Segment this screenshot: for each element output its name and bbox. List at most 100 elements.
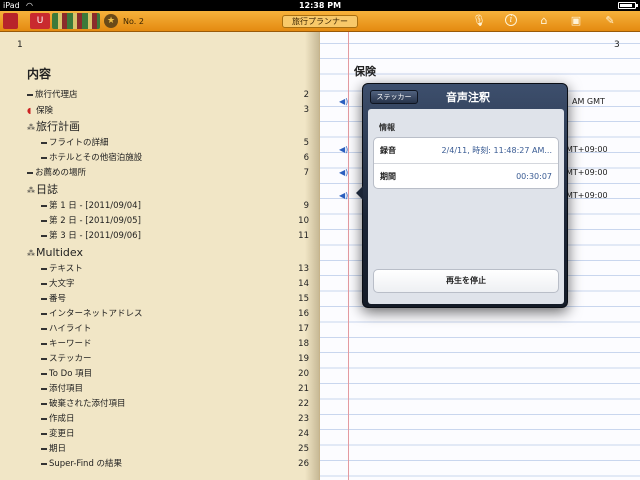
toc-item[interactable]: 変更日 24 (27, 427, 309, 442)
notebook-icon[interactable] (3, 13, 18, 29)
toc-item[interactable]: ハイライト 17 (27, 322, 309, 337)
toc-label: 添付項目 (49, 384, 84, 394)
bullet-icon (41, 297, 47, 300)
toc-item[interactable]: 期日 25 (27, 442, 309, 457)
toc-label: 日誌 (36, 183, 58, 196)
toc-page-number: 22 (298, 399, 309, 409)
audio-note-popover: ステッカー 音声注釈 情報 録音 2/4/11, 時刻: 11:48:27 AM… (356, 83, 568, 308)
toc-item[interactable]: お薦めの場所 7 (27, 166, 309, 181)
home-icon[interactable]: ⌂ (537, 14, 551, 28)
toc-label: お薦めの場所 (35, 168, 87, 178)
toc-item[interactable]: フライトの詳細 5 (27, 136, 309, 151)
image-icon[interactable]: ▣ (569, 14, 583, 28)
bullet-icon (41, 417, 47, 420)
info-icon[interactable]: i (505, 14, 517, 26)
bullet-icon (41, 387, 47, 390)
toc-page-number: 2 (303, 90, 309, 100)
bullet-icon (41, 447, 47, 450)
toc-label: ハイライト (49, 324, 92, 334)
toc-item[interactable]: To Do 項目 20 (27, 367, 309, 382)
toc-page-number: 20 (298, 369, 309, 379)
page-heading: 保険 (354, 65, 376, 78)
toc-label: フライトの詳細 (49, 138, 109, 148)
audio-note-icon[interactable]: ◀) (339, 191, 348, 200)
toc-label: 第 2 日 - [2011/09/05] (49, 216, 141, 226)
toc-label: 第 1 日 - [2011/09/04] (49, 201, 141, 211)
toc-section[interactable]: ⁂旅行計画 (27, 118, 309, 136)
toc-page-number: 14 (298, 279, 309, 289)
toc-label: 期日 (49, 444, 67, 454)
toc-item[interactable]: ホテルとその他宿泊施設 6 (27, 151, 309, 166)
toc-label: ホテルとその他宿泊施設 (49, 153, 143, 163)
red-tag-icon: ◖ (27, 106, 32, 115)
battery-level (620, 4, 632, 7)
toc-title: 内容 (27, 67, 52, 81)
audio-note-icon[interactable]: ◀) (339, 97, 348, 106)
tag-icon[interactable]: U (30, 13, 50, 29)
bullet-icon (41, 342, 47, 345)
section-label: 情報 (379, 123, 395, 132)
toc-item[interactable]: テキスト 13 (27, 262, 309, 277)
toc-item[interactable]: ステッカー 19 (27, 352, 309, 367)
toc-item[interactable]: ◖ 保険 3 (27, 103, 309, 118)
notebook-number: No. 2 (123, 17, 144, 26)
toc-page-number: 9 (303, 201, 309, 211)
toc-page-number: 11 (298, 231, 309, 241)
status-bar: iPad ◠ 12:38 PM (0, 0, 640, 11)
toc-page-number: 5 (303, 138, 309, 148)
toc-label: 大文字 (49, 279, 75, 289)
left-page-number: 1 (17, 40, 23, 50)
toc-label: 破棄された添付項目 (49, 399, 126, 409)
star-icon[interactable]: ★ (104, 14, 118, 28)
info-row: 録音 2/4/11, 時刻: 11:48:27 AM... (374, 138, 558, 163)
toc-page-number: 10 (298, 216, 309, 226)
toc-page-number: 17 (298, 324, 309, 334)
audio-note-icon[interactable]: ◀) (339, 168, 348, 177)
toc-item[interactable]: 第 1 日 - [2011/09/04] 9 (27, 199, 309, 214)
mic-icon[interactable]: 🎙 (472, 14, 486, 28)
toc-page-number: 7 (303, 168, 309, 178)
sticker-icon[interactable] (52, 13, 100, 29)
toc-item[interactable]: 第 2 日 - [2011/09/05] 10 (27, 214, 309, 229)
toc-item[interactable]: 大文字 14 (27, 277, 309, 292)
bullet-icon (41, 432, 47, 435)
notebook-title-button[interactable]: 旅行プランナー (282, 15, 358, 28)
audio-note-icon[interactable]: ◀) (339, 145, 348, 154)
toc-page-number: 15 (298, 294, 309, 304)
toc-section[interactable]: ⁂Multidex (27, 244, 309, 262)
audio-note-text: MT+09:00 (566, 191, 608, 200)
toc-label: 番号 (49, 294, 67, 304)
toc-label: Super-Find の結果 (49, 459, 123, 469)
toc-item[interactable]: 添付項目 21 (27, 382, 309, 397)
toc-page-number: 25 (298, 444, 309, 454)
bullet-icon (41, 462, 47, 465)
toc-label: 作成日 (49, 414, 75, 424)
toc-page-number: 21 (298, 384, 309, 394)
toc-page-number: 19 (298, 354, 309, 364)
toc-label: キーワード (49, 339, 92, 349)
toc-item[interactable]: 作成日 23 (27, 412, 309, 427)
audio-note-text: MT+09:00 (566, 145, 608, 154)
toc-label: 旅行代理店 (35, 90, 78, 100)
back-button[interactable]: ステッカー (370, 90, 418, 104)
bullet-icon (41, 312, 47, 315)
bullet-icon (41, 234, 47, 237)
pen-icon[interactable]: ✎ (603, 14, 617, 28)
toc-item[interactable]: 破棄された添付項目 22 (27, 397, 309, 412)
toc-section[interactable]: ⁂日誌 (27, 181, 309, 199)
bullet-icon (41, 219, 47, 222)
toc-item[interactable]: Super-Find の結果 26 (27, 457, 309, 472)
bullet-icon (41, 156, 47, 159)
toc-page-number: 3 (303, 105, 309, 115)
bullet-icon (41, 327, 47, 330)
status-time: 12:38 PM (298, 1, 342, 10)
bullet-icon (41, 282, 47, 285)
toc-item[interactable]: 第 3 日 - [2011/09/06] 11 (27, 229, 309, 244)
audio-note-text: MT+09:00 (566, 168, 608, 177)
toc-item[interactable]: キーワード 18 (27, 337, 309, 352)
toc-item[interactable]: インターネットアドレス 16 (27, 307, 309, 322)
toc-item[interactable]: 番号 15 (27, 292, 309, 307)
stop-playback-button[interactable]: 再生を停止 (373, 269, 559, 293)
toc-item[interactable]: 旅行代理店 2 (27, 88, 309, 103)
toolbar: U ★ No. 2 旅行プランナー 🎙 i ⌂ ▣ ✎ (0, 11, 640, 32)
